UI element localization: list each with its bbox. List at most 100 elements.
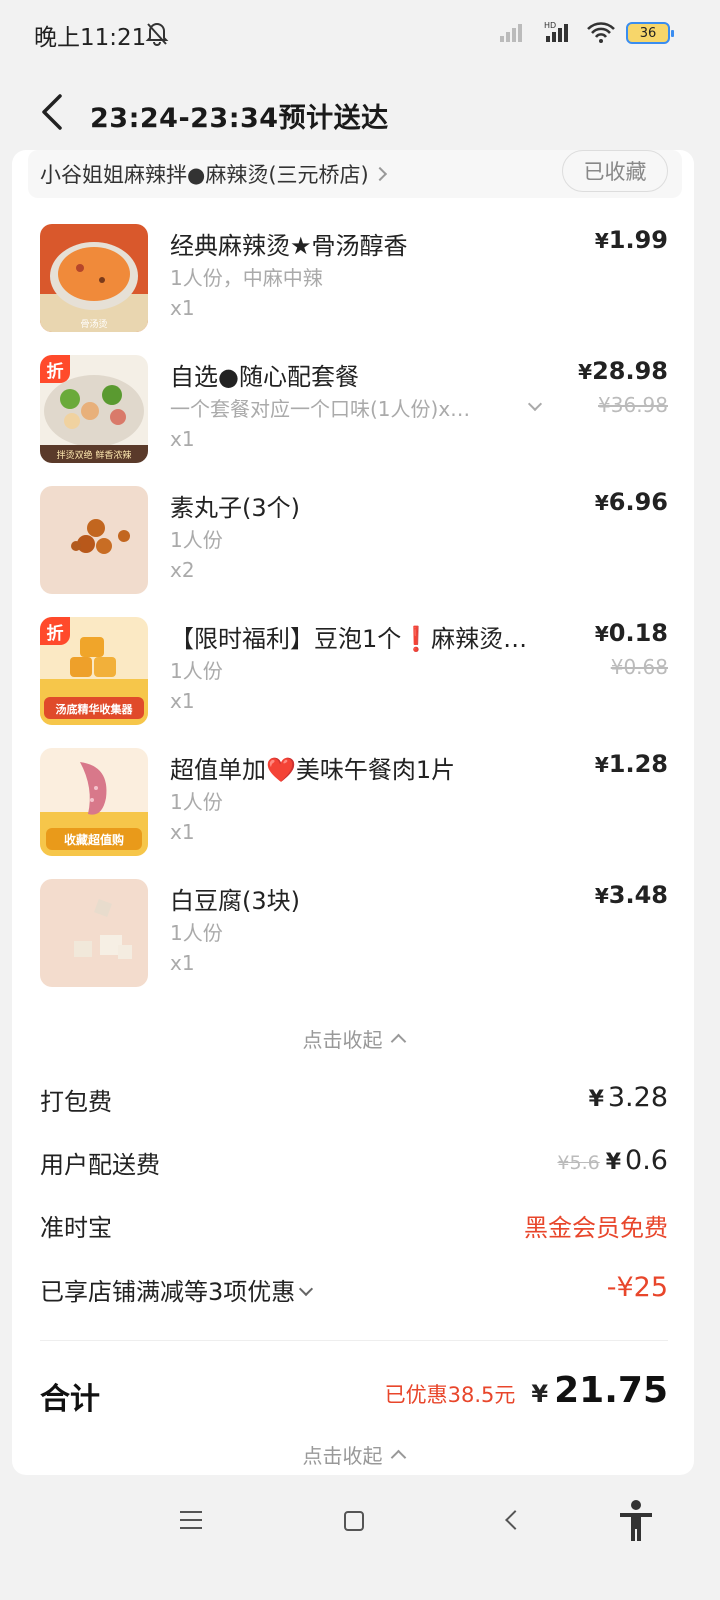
shop-name: 小谷姐姐麻辣拌●麻辣烫(三元桥店) (40, 163, 369, 187)
currency-symbol: ¥ (588, 1087, 604, 1112)
item-price: ¥3.48 (595, 881, 668, 909)
collapse-label: 点击收起 (302, 1444, 383, 1468)
item-price-value: 3.48 (608, 881, 668, 909)
home-icon[interactable] (344, 1511, 364, 1531)
promo-row[interactable]: 已享店铺满减等3项优惠 -¥25 (40, 1272, 668, 1312)
item-qty: x1 (170, 689, 195, 713)
item-price: ¥1.99 (595, 226, 668, 254)
item-price-value: 6.96 (608, 488, 668, 516)
currency-symbol: ¥ (594, 753, 609, 777)
item-name: 【限时福利】豆泡1个❗麻辣烫… (170, 625, 528, 653)
item-price: ¥1.28 (595, 750, 668, 778)
item-price-value: 28.98 (592, 357, 668, 385)
discount-badge: 折 (40, 617, 70, 645)
chevron-right-icon (372, 166, 387, 182)
order-item[interactable]: 白豆腐(3块) 1人份 x1 ¥3.48 (40, 879, 668, 989)
bell-off-icon (145, 23, 169, 46)
item-price: ¥6.96 (595, 488, 668, 516)
item-spec: 1人份 (170, 790, 223, 814)
svg-text:HD: HD (544, 21, 556, 30)
thumb-label: 收藏超值购 (64, 832, 124, 847)
currency-symbol: ¥ (605, 1150, 622, 1175)
order-item[interactable]: 骨汤烫 经典麻辣烫★骨汤醇香 1人份，中麻中辣 x1 ¥1.99 (40, 224, 668, 334)
system-nav-bar (0, 1475, 720, 1600)
item-original-price: ¥36.98 (598, 393, 668, 417)
order-item[interactable]: 素丸子(3个) 1人份 x2 ¥6.96 (40, 486, 668, 596)
shop-row[interactable]: 小谷姐姐麻辣拌●麻辣烫(三元桥店) 已收藏 (28, 150, 682, 198)
currency-symbol: ¥ (594, 229, 609, 253)
total-amount: 已优惠38.5元 ¥ 21.75 (385, 1370, 668, 1411)
ontime-value: 黑金会员免费 (524, 1214, 668, 1242)
item-price: ¥28.98 (578, 357, 668, 385)
thumb-label: 骨汤烫 (80, 319, 107, 330)
order-item[interactable]: 汤底精华收集器 折 【限时福利】豆泡1个❗麻辣烫… 1人份 x1 ¥0.18 ¥… (40, 617, 668, 727)
collapse-items-button[interactable]: 点击收起 (0, 1024, 706, 1053)
ontime-label: 准时宝 (40, 1214, 112, 1242)
packing-fee-row: 打包费 ¥3.28 (40, 1082, 668, 1122)
menu-icon[interactable] (180, 1511, 202, 1531)
ontime-row: 准时宝 黑金会员免费 (40, 1208, 668, 1248)
item-spec: 1人份，中麻中辣 (170, 266, 323, 290)
collapse-fees-button[interactable]: 点击收起 (0, 1440, 706, 1469)
accessibility-icon[interactable] (616, 1499, 656, 1543)
nav-back-icon[interactable] (505, 1510, 525, 1530)
delivery-fee-label: 用户配送费 (40, 1151, 160, 1179)
battery-level: 36 (639, 25, 657, 41)
currency-symbol: ¥ (594, 491, 609, 515)
delivery-fee-value: ¥5.6 ¥0.6 (557, 1145, 668, 1176)
favorite-button[interactable]: 已收藏 (562, 150, 668, 192)
discount-badge: 折 (40, 355, 70, 383)
item-price: ¥0.18 (595, 619, 668, 647)
item-qty: x1 (170, 951, 195, 975)
total-label: 合计 (40, 1382, 100, 1417)
delivery-time-title: 23:24-23:34预计送达 (90, 103, 389, 134)
promo-label[interactable]: 已享店铺满减等3项优惠 (40, 1272, 314, 1307)
item-thumbnail: 拌烫双绝 鲜香浓辣 折 (40, 355, 148, 463)
currency-symbol: ¥ (578, 360, 593, 384)
status-time: 晚上11:21 (34, 25, 147, 51)
item-thumbnail: 收藏超值购 (40, 748, 148, 856)
delivery-fee-amount: 0.6 (625, 1145, 668, 1176)
item-spec: 1人份 (170, 659, 223, 683)
packing-fee-value: ¥3.28 (589, 1082, 668, 1113)
wifi-icon (587, 22, 615, 43)
currency-symbol: ¥ (594, 884, 609, 908)
order-item[interactable]: 拌烫双绝 鲜香浓辣 折 自选●随心配套餐 一个套餐对应一个口味(1人份)x… x… (40, 355, 668, 465)
packing-fee-label: 打包费 (40, 1088, 112, 1116)
item-qty: x1 (170, 820, 195, 844)
chevron-up-icon (390, 1449, 406, 1466)
item-spec: 1人份 (170, 921, 223, 945)
header: 23:24-23:34预计送达 (0, 70, 720, 150)
shop-name-link[interactable]: 小谷姐姐麻辣拌●麻辣烫(三元桥店) (40, 159, 387, 189)
packing-fee-amount: 3.28 (607, 1082, 668, 1113)
item-name: 经典麻辣烫★骨汤醇香 (170, 232, 408, 260)
back-icon[interactable] (34, 90, 74, 134)
saved-amount: 已优惠38.5元 (384, 1383, 516, 1407)
item-thumbnail (40, 879, 148, 987)
chevron-up-icon (390, 1033, 406, 1050)
status-bar: 晚上11:21 HD 36 (0, 0, 720, 70)
order-item[interactable]: 收藏超值购 超值单加❤️美味午餐肉1片 1人份 x1 ¥1.28 (40, 748, 668, 858)
currency-symbol: ¥ (594, 622, 609, 646)
item-name: 自选●随心配套餐 (170, 363, 359, 391)
signal-hd-icon: HD (544, 21, 568, 42)
item-qty: x1 (170, 427, 195, 451)
item-name: 超值单加❤️美味午餐肉1片 (170, 756, 456, 784)
chevron-down-icon (299, 1281, 314, 1297)
item-thumbnail: 汤底精华收集器 折 (40, 617, 148, 725)
divider (40, 1340, 668, 1341)
item-spec: 1人份 (170, 528, 223, 552)
item-spec: 一个套餐对应一个口味(1人份)x… (170, 397, 471, 421)
item-name: 素丸子(3个) (170, 494, 300, 522)
battery-icon: 36 (626, 22, 674, 44)
delivery-fee-original: ¥5.6 (557, 1152, 600, 1174)
item-price-value: 0.18 (608, 619, 668, 647)
total-value: 21.75 (554, 1370, 668, 1411)
item-qty: x1 (170, 296, 195, 320)
promo-value: -¥25 (606, 1272, 668, 1303)
currency-symbol: ¥ (531, 1380, 549, 1408)
item-name: 白豆腐(3块) (170, 887, 300, 915)
thumb-label: 拌烫双绝 鲜香浓辣 (57, 449, 132, 461)
delivery-fee-row: 用户配送费 ¥5.6 ¥0.6 (40, 1145, 668, 1185)
thumb-label: 汤底精华收集器 (56, 702, 134, 716)
